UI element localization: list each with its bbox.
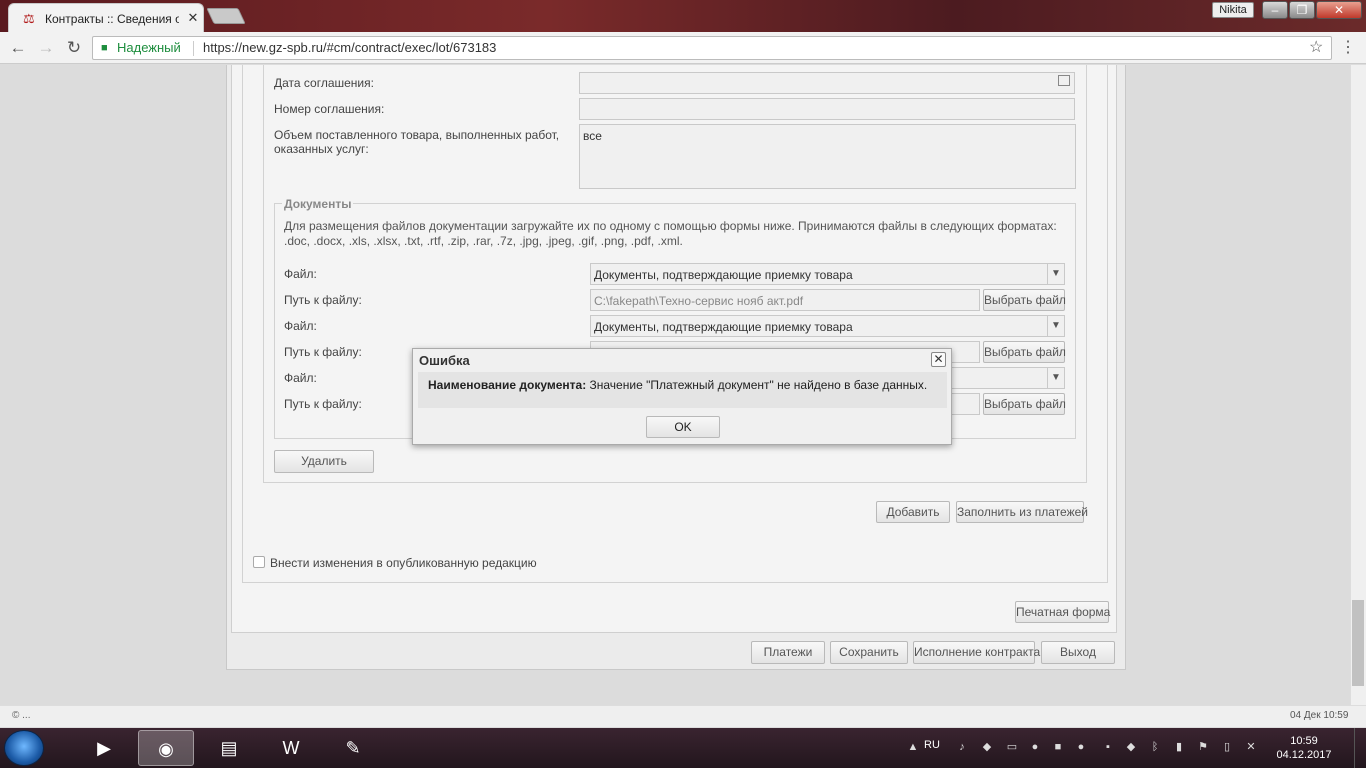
clock[interactable]: 10:59 04.12.2017 bbox=[1262, 734, 1346, 762]
app-tray-icon[interactable]: ◆ bbox=[1124, 740, 1138, 754]
browse-file-button[interactable]: Выбрать файл bbox=[983, 289, 1066, 311]
battery-icon[interactable]: ▯ bbox=[1220, 740, 1234, 754]
lock-tray-icon[interactable]: ● bbox=[1028, 740, 1042, 754]
file-label: Файл: bbox=[284, 319, 317, 333]
dialog-title: Ошибка bbox=[419, 353, 470, 368]
volume-label-line2: оказанных услуг: bbox=[274, 142, 369, 156]
status-bar: © ... 04 Дек 10:59 bbox=[0, 705, 1366, 727]
secure-label: Надежный bbox=[117, 40, 181, 55]
shield-icon[interactable]: ◆ bbox=[980, 740, 994, 754]
signal-icon[interactable]: ▮ bbox=[1172, 740, 1186, 754]
volume-value: все bbox=[583, 129, 602, 143]
lock-icon: ■ bbox=[101, 42, 108, 54]
chevron-down-icon[interactable]: ▼ bbox=[1047, 264, 1064, 284]
browse-file-button[interactable]: Выбрать файл bbox=[983, 341, 1066, 363]
browser-title-bar: ⚖ Контракты :: Сведения о ✕ Nikita – ❐ ✕ bbox=[0, 0, 1366, 32]
gavel-icon: ⚖ bbox=[23, 11, 35, 26]
status-datetime: 04 Дек 10:59 bbox=[1290, 710, 1349, 721]
volume-muted-icon[interactable]: ✕ bbox=[1244, 740, 1258, 754]
chrome-icon[interactable]: ◉ bbox=[138, 730, 194, 766]
file-type-value: Документы, подтверждающие приемку товара bbox=[594, 268, 853, 282]
save-button[interactable]: Сохранить bbox=[830, 641, 908, 664]
path-label: Путь к файлу: bbox=[284, 345, 362, 359]
forward-icon[interactable]: → bbox=[34, 36, 58, 60]
show-desktop-button[interactable] bbox=[1354, 728, 1366, 768]
dialog-message: Наименование документа: Значение "Платеж… bbox=[428, 378, 927, 392]
error-dialog: Ошибка ✕ Наименование документа: Значени… bbox=[412, 348, 952, 445]
url-text[interactable]: https://new.gz-spb.ru/#cm/contract/exec/… bbox=[203, 40, 496, 56]
add-button[interactable]: Добавить bbox=[876, 501, 950, 523]
browser-toolbar: ← → ↻ ■ Надежный https://new.gz-spb.ru/#… bbox=[0, 32, 1366, 64]
file-label: Файл: bbox=[284, 371, 317, 385]
bookmark-star-icon[interactable]: ☆ bbox=[1309, 38, 1327, 58]
file-label: Файл: bbox=[284, 267, 317, 281]
dialog-message-area: Наименование документа: Значение "Платеж… bbox=[418, 372, 947, 408]
security-icon[interactable]: ● bbox=[1074, 740, 1088, 754]
delete-button[interactable]: Удалить bbox=[274, 450, 374, 473]
clock-date: 04.12.2017 bbox=[1276, 749, 1332, 761]
file-path-input[interactable]: C:\fakepath\Техно-сервис нояб акт.pdf bbox=[590, 289, 980, 311]
status-left: © ... bbox=[12, 710, 31, 721]
tray-expand-icon[interactable]: ▲ bbox=[906, 740, 920, 754]
reload-icon[interactable]: ↻ bbox=[62, 36, 86, 60]
word-icon[interactable]: W bbox=[263, 730, 319, 766]
flag-icon[interactable]: ⚑ bbox=[1196, 740, 1210, 754]
network-drive-icon[interactable]: ■ bbox=[1051, 740, 1065, 754]
address-bar[interactable]: ■ Надежный https://new.gz-spb.ru/#cm/con… bbox=[92, 36, 1332, 60]
documents-hint: Для размещения файлов документации загру… bbox=[284, 219, 1057, 248]
speaker-icon[interactable]: ♪ bbox=[955, 740, 969, 754]
divider bbox=[193, 41, 194, 56]
print-form-button[interactable]: Печатная форма bbox=[1015, 601, 1110, 623]
agreement-date-label: Дата соглашения: bbox=[274, 76, 374, 90]
windows-taskbar: ▶ ◉ ▤ W ✎ ▲ RU ♪ ◆ ▭ ● ■ ● ▪ ◆ ᛒ ▮ ⚑ ▯ ✕… bbox=[0, 728, 1366, 768]
start-button[interactable] bbox=[4, 730, 44, 766]
path-label: Путь к файлу: bbox=[284, 293, 362, 307]
profile-button[interactable]: Nikita bbox=[1212, 2, 1254, 18]
new-tab-button[interactable] bbox=[206, 8, 246, 24]
media-player-icon[interactable]: ▶ bbox=[76, 730, 132, 766]
dialog-message-text: Значение "Платежный документ" не найдено… bbox=[586, 378, 928, 392]
path-label: Путь к файлу: bbox=[284, 397, 362, 411]
file-type-select[interactable]: Документы, подтверждающие приемку товара… bbox=[590, 263, 1065, 285]
publish-changes-label: Внести изменения в опубликованную редакц… bbox=[270, 556, 537, 570]
browser-tab[interactable]: ⚖ Контракты :: Сведения о ✕ bbox=[8, 3, 204, 32]
fill-from-payments-button[interactable]: Заполнить из платежей bbox=[956, 501, 1088, 523]
volume-label-line1: Объем поставленного товара, выполненных … bbox=[274, 128, 560, 142]
tab-title: Контракты :: Сведения о bbox=[45, 12, 179, 26]
clock-time: 10:59 bbox=[1290, 735, 1318, 747]
agreement-number-label: Номер соглашения: bbox=[274, 102, 385, 116]
file-explorer-icon[interactable]: ▤ bbox=[201, 730, 257, 766]
chevron-down-icon[interactable]: ▼ bbox=[1047, 316, 1064, 336]
dialog-close-icon[interactable]: ✕ bbox=[931, 352, 946, 367]
scrollbar-thumb[interactable] bbox=[1352, 600, 1364, 686]
language-indicator[interactable]: RU bbox=[924, 739, 940, 751]
window-close-icon[interactable]: ✕ bbox=[1316, 1, 1362, 19]
exit-button[interactable]: Выход bbox=[1041, 641, 1115, 664]
bluetooth-icon[interactable]: ᛒ bbox=[1148, 740, 1162, 754]
maximize-icon[interactable]: ❐ bbox=[1289, 1, 1315, 19]
minimize-icon[interactable]: – bbox=[1262, 1, 1288, 19]
tab-close-icon[interactable]: ✕ bbox=[185, 10, 201, 26]
agreement-number-input[interactable] bbox=[579, 98, 1075, 120]
contract-execution-button[interactable]: Исполнение контракта bbox=[913, 641, 1040, 664]
paint-icon[interactable]: ✎ bbox=[325, 730, 381, 766]
monitor-icon[interactable]: ▭ bbox=[1005, 740, 1019, 754]
volume-textarea[interactable]: все bbox=[579, 124, 1076, 189]
ok-button[interactable]: OK bbox=[646, 416, 720, 438]
calendar-icon[interactable] bbox=[1058, 75, 1070, 86]
agreement-date-input[interactable] bbox=[579, 72, 1075, 94]
back-icon[interactable]: ← bbox=[6, 36, 30, 60]
file-type-value: Документы, подтверждающие приемку товара bbox=[594, 320, 853, 334]
usb-icon[interactable]: ▪ bbox=[1101, 740, 1115, 754]
file-type-select[interactable]: Документы, подтверждающие приемку товара… bbox=[590, 315, 1065, 337]
browse-file-button[interactable]: Выбрать файл bbox=[983, 393, 1066, 415]
dialog-message-field: Наименование документа: bbox=[428, 378, 587, 392]
payments-button[interactable]: Платежи bbox=[751, 641, 825, 664]
menu-icon[interactable]: ⋮ bbox=[1338, 38, 1358, 58]
publish-changes-checkbox[interactable] bbox=[253, 556, 265, 568]
file-path-value: C:\fakepath\Техно-сервис нояб акт.pdf bbox=[594, 294, 804, 308]
chevron-down-icon[interactable]: ▼ bbox=[1047, 368, 1064, 388]
documents-legend: Документы bbox=[282, 197, 354, 211]
